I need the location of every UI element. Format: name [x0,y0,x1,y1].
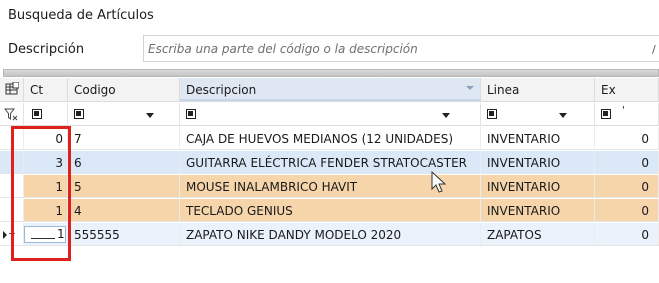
column-chooser-icon [5,81,20,95]
filter-cell-codigo[interactable] [68,103,180,125]
cell-ex: 0 [595,151,659,173]
description-label: Descripción [8,42,85,57]
column-header-descripcion[interactable]: Descripcion [180,78,481,101]
cell-codigo: 555555 [68,223,180,245]
sort-descending-icon [466,86,474,90]
filter-operator-icon[interactable] [601,109,611,119]
filter-operator-icon[interactable] [487,109,497,119]
column-header-linea[interactable]: Linea [481,78,595,101]
filter-row: ' [0,103,659,126]
splitter-bar[interactable] [3,69,659,77]
window-title: Busqueda de Artículos [8,8,154,23]
grid-header: Ct Codigo Descripcion Linea Ex [0,78,659,102]
filter-operator-icon[interactable] [186,109,196,119]
search-input[interactable] [143,35,659,62]
table-row[interactable]: 1 4 TECLADO GENIUS INVENTARIO 0 [0,199,659,222]
cell-codigo: 4 [68,199,180,221]
chevron-down-icon[interactable] [559,113,567,118]
column-header-descripcion-label: Descripcion [186,83,257,97]
cell-descripcion: CAJA DE HUEVOS MEDIANOS (12 UNIDADES) [180,127,481,149]
cell-codigo: 7 [68,127,180,149]
cell-descripcion: ZAPATO NIKE DANDY MODELO 2020 [180,223,481,245]
filter-row-button[interactable] [0,103,24,125]
cell-ex: 0 [595,199,659,221]
cell-linea: ZAPATOS [481,223,595,245]
filter-cell-ex[interactable]: ' [595,103,659,125]
cell-linea: INVENTARIO [481,199,595,221]
cell-ex: 0 [595,223,659,245]
cell-linea: INVENTARIO [481,127,595,149]
table-row[interactable]: 3 6 GUITARRA ELÉCTRICA FENDER STRATOCAST… [0,151,659,174]
cell-linea: INVENTARIO [481,151,595,173]
column-header-ct[interactable]: Ct [24,78,68,101]
cell-codigo: 6 [68,151,180,173]
chevron-down-icon[interactable] [146,113,154,118]
cell-ex: 0 [595,175,659,197]
cell-ex: 0 [595,127,659,149]
filter-cell-ct[interactable] [24,103,68,125]
table-row[interactable]: 1 555555 ZAPATO NIKE DANDY MODELO 2020 Z… [0,223,659,246]
tick-mark-icon: ' [622,105,625,116]
filter-operator-icon[interactable] [74,109,84,119]
filter-cell-descripcion[interactable] [180,103,481,125]
cell-descripcion: TECLADO GENIUS [180,199,481,221]
mouse-pointer-icon [431,171,447,193]
chevron-down-icon[interactable] [442,113,450,118]
column-header-codigo[interactable]: Codigo [68,78,180,101]
filter-cell-linea[interactable] [481,103,595,125]
current-row-arrow-icon [3,231,7,239]
cell-descripcion: GUITARRA ELÉCTRICA FENDER STRATOCASTER [180,151,481,173]
cell-codigo: 5 [68,175,180,197]
column-chooser-button[interactable] [0,78,24,101]
annotation-highlight-box [11,126,71,261]
cell-linea: INVENTARIO [481,175,595,197]
filter-operator-icon[interactable] [32,109,42,119]
column-header-ex[interactable]: Ex [595,78,659,101]
filter-icon [3,108,18,121]
search-edge-mark: / [652,43,656,56]
table-row[interactable]: 0 7 CAJA DE HUEVOS MEDIANOS (12 UNIDADES… [0,127,659,150]
table-row[interactable]: 1 5 MOUSE INALAMBRICO HAVIT INVENTARIO 0 [0,175,659,198]
